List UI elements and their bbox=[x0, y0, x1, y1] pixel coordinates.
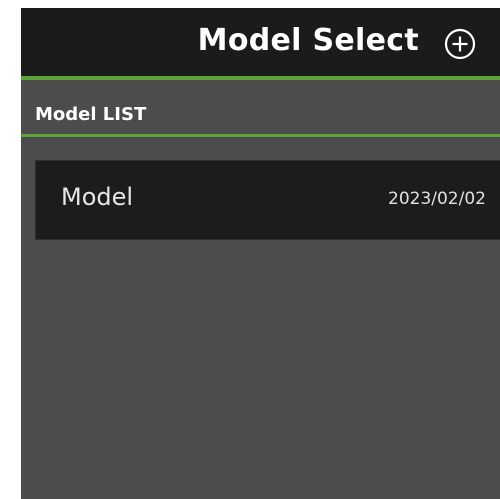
header-divider bbox=[21, 76, 500, 80]
section-divider bbox=[21, 134, 500, 137]
section-title: Model LIST bbox=[35, 104, 147, 125]
header-bar: Model Select bbox=[21, 8, 500, 76]
list-item[interactable]: Model 2023/02/02 bbox=[35, 160, 500, 240]
add-model-button[interactable] bbox=[444, 28, 476, 60]
model-select-screen: Model Select Model LIST Model 2023/02/02 bbox=[21, 8, 500, 499]
page-title: Model Select bbox=[197, 23, 419, 58]
plus-circle-icon bbox=[444, 28, 476, 60]
model-name: Model bbox=[61, 183, 134, 211]
model-date: 2023/02/02 bbox=[388, 189, 486, 209]
